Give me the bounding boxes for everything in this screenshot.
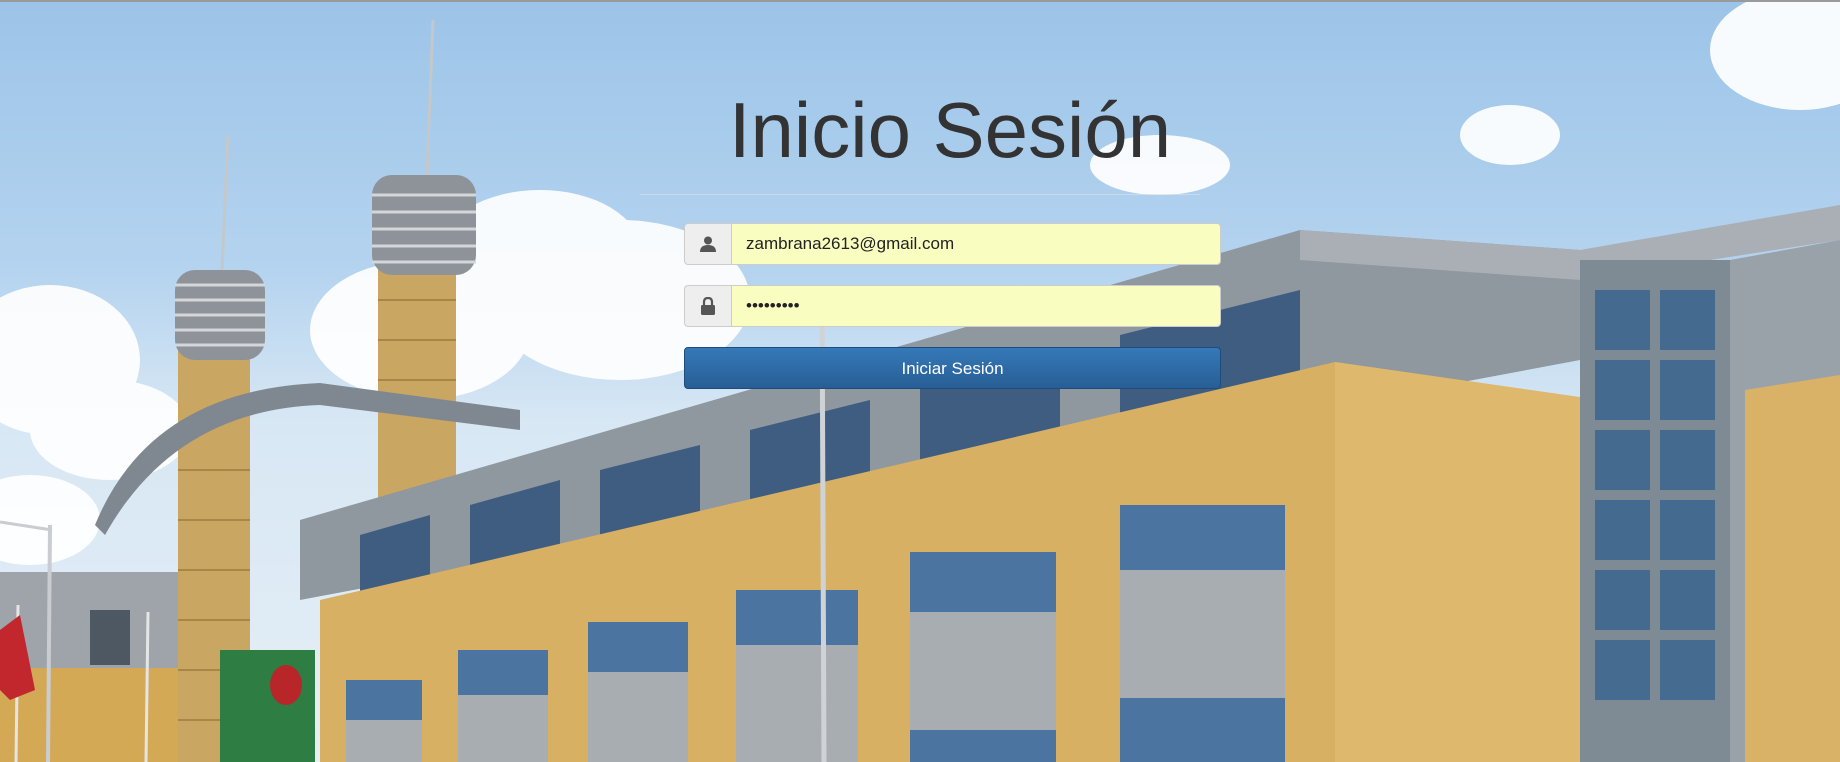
password-input-group xyxy=(684,285,1221,327)
title-divider xyxy=(640,194,1200,195)
email-input-group xyxy=(684,223,1221,265)
password-field[interactable] xyxy=(731,285,1221,327)
page-title: Inicio Sesión xyxy=(728,86,1172,174)
login-form: Inicio Sesión Iniciar Sesión xyxy=(0,0,1840,762)
login-button[interactable]: Iniciar Sesión xyxy=(684,347,1221,389)
user-icon xyxy=(684,223,731,265)
email-field[interactable] xyxy=(731,223,1221,265)
login-page: Inicio Sesión Iniciar Sesión xyxy=(0,0,1840,762)
lock-icon xyxy=(684,285,731,327)
